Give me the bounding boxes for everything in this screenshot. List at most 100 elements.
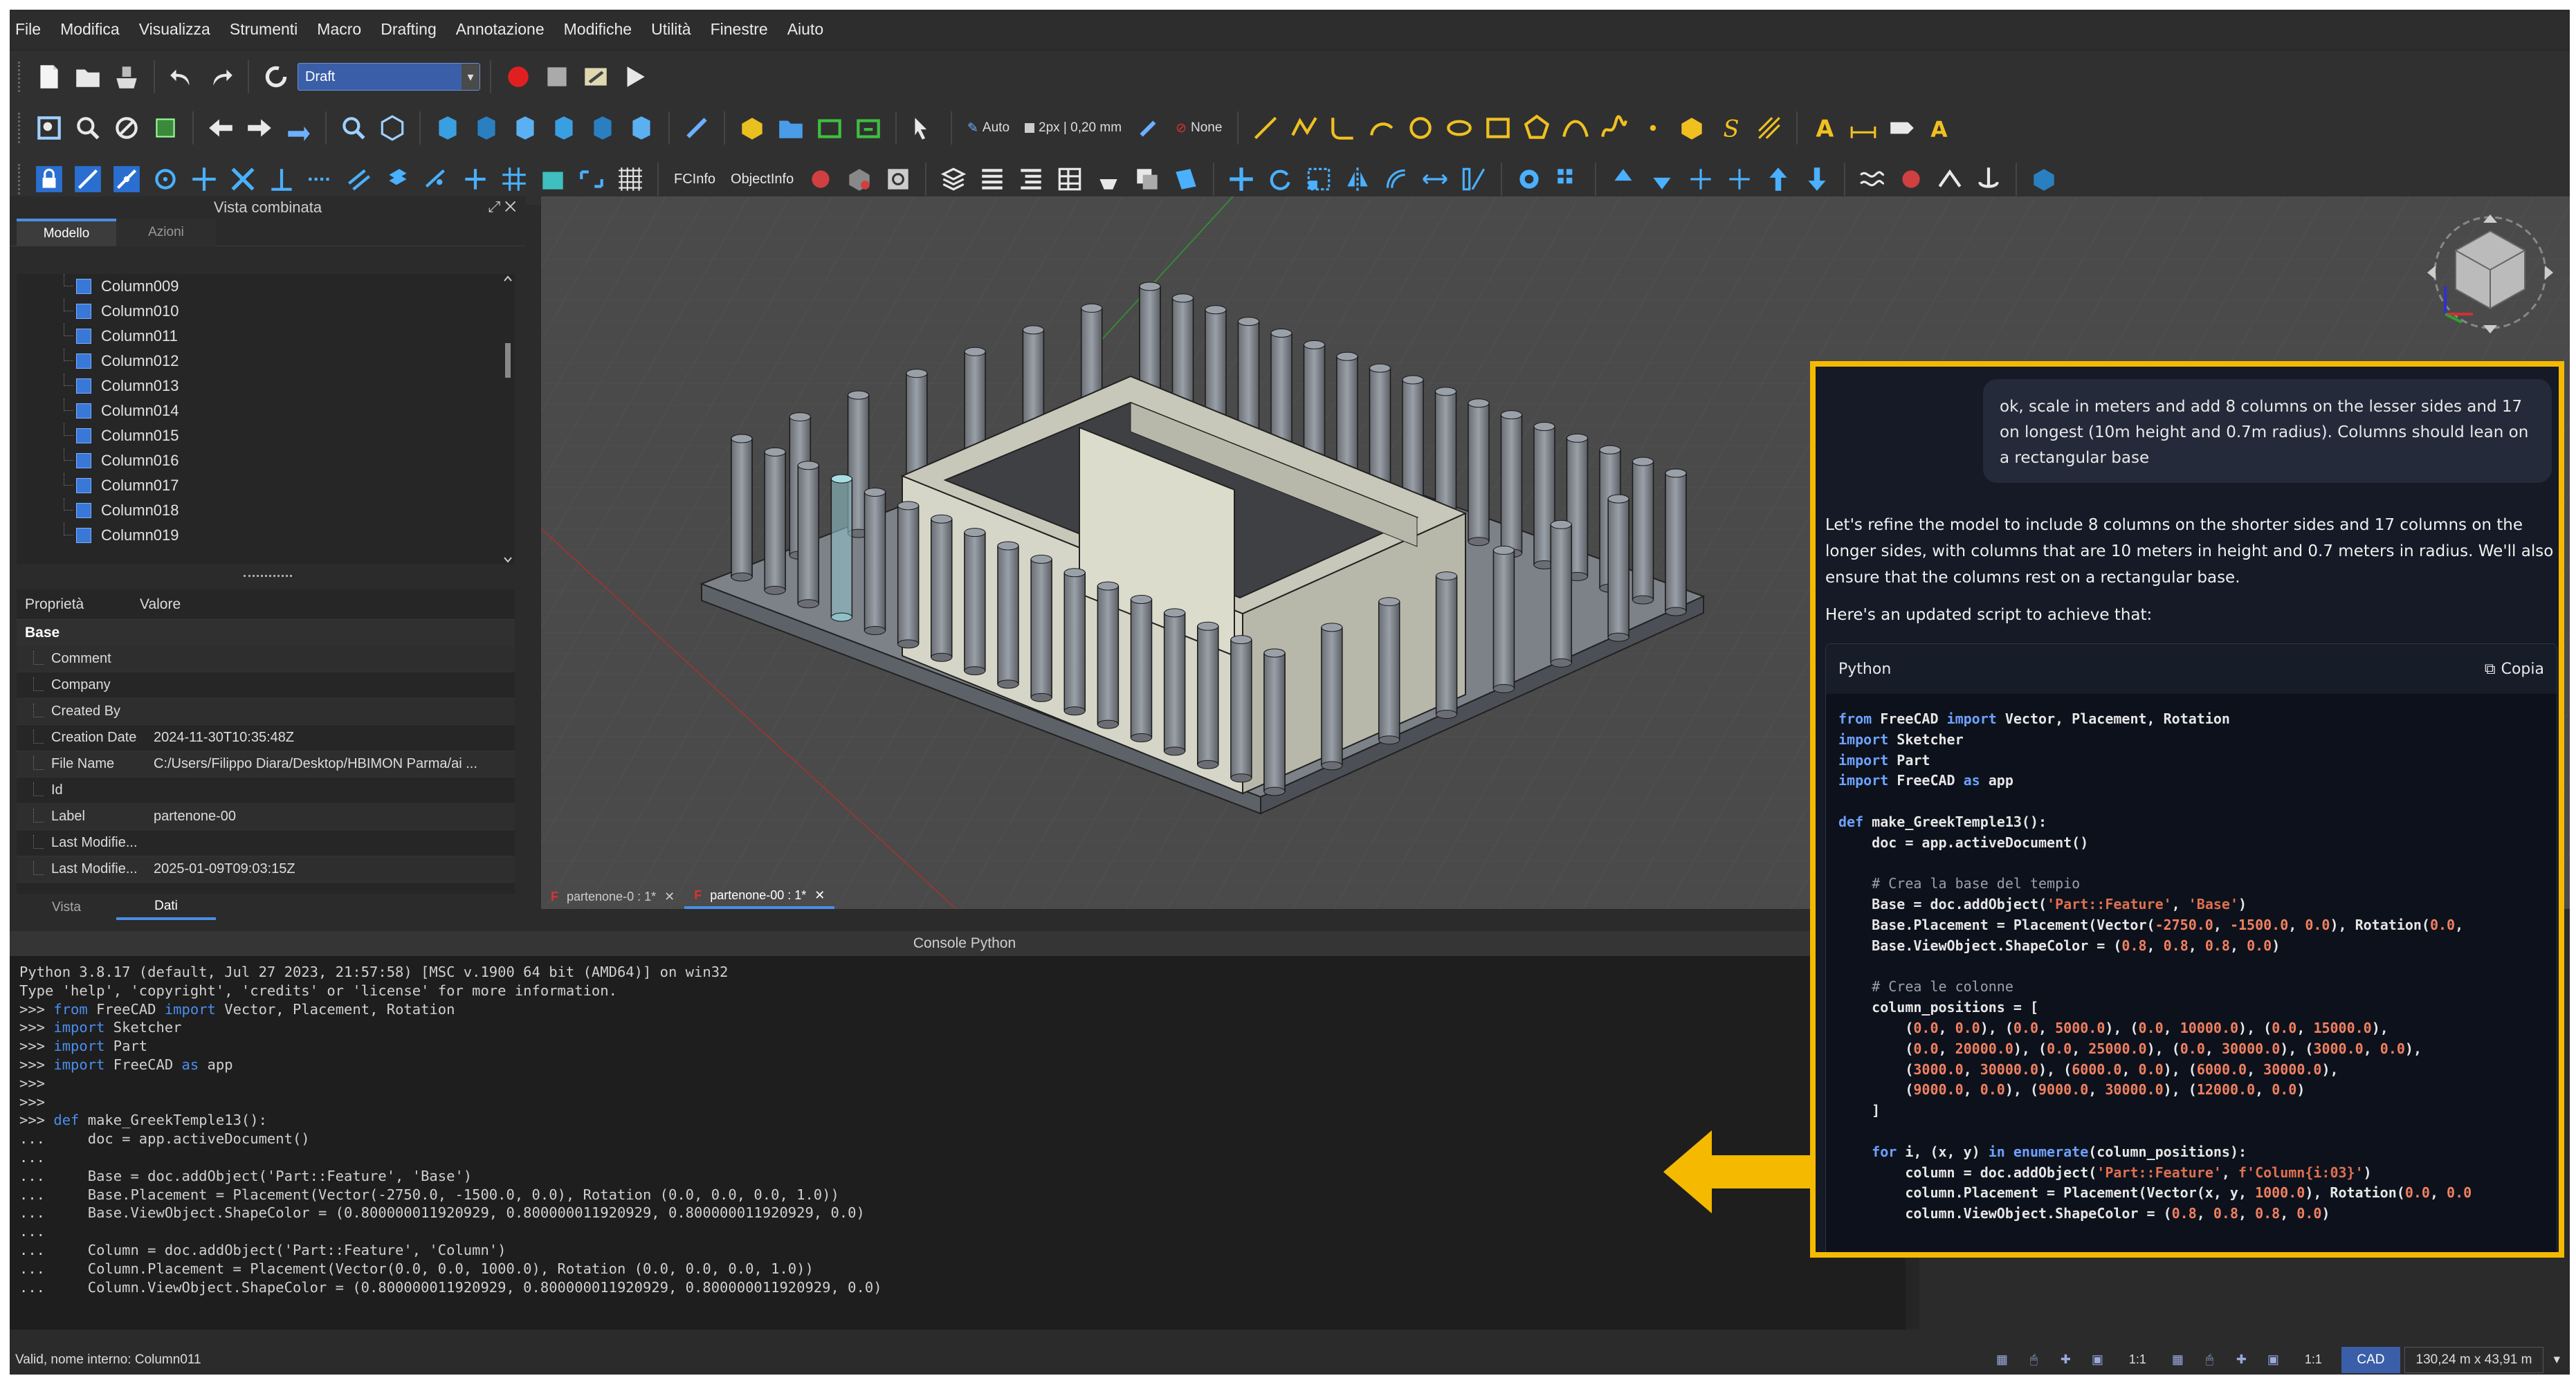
nav-style-icon[interactable]: 🖱: [2193, 1347, 2225, 1373]
workingplane-proxy-icon[interactable]: [2027, 162, 2061, 196]
property-row[interactable]: Last Modifie... 2025-01-09T09:03:15Z: [17, 856, 515, 883]
draft-bspline-icon[interactable]: [1558, 111, 1593, 145]
trimex-icon[interactable]: [1456, 162, 1491, 196]
menu-utilita[interactable]: Utilità: [651, 20, 691, 39]
tree-item[interactable]: Column010: [17, 299, 515, 324]
nav-style-icon[interactable]: 🖱: [2018, 1347, 2049, 1373]
snap-midpoint-icon[interactable]: [109, 162, 144, 196]
column-shape[interactable]: [1230, 635, 1252, 783]
close-icon[interactable]: ⤢ ✕: [488, 198, 516, 216]
column-shape[interactable]: [764, 447, 786, 595]
property-row[interactable]: Id: [17, 778, 515, 804]
bounding-box-icon[interactable]: [148, 111, 183, 145]
open-folder-icon[interactable]: [71, 59, 105, 94]
property-row[interactable]: File Name C:/Users/Filippo Diara/Desktop/…: [17, 751, 515, 778]
tree-item[interactable]: Column011: [17, 324, 515, 349]
draft-wire-icon[interactable]: [1287, 111, 1322, 145]
tab-vista[interactable]: Vista: [17, 895, 116, 920]
property-row[interactable]: Creation Date 2024-11-30T10:35:48Z: [17, 725, 515, 751]
fit-selection-icon[interactable]: [71, 111, 105, 145]
property-row[interactable]: Created By: [17, 699, 515, 725]
menu-annotazione[interactable]: Annotazione: [456, 20, 545, 39]
property-row[interactable]: Comment: [17, 646, 515, 672]
draft-fillet-icon[interactable]: [1326, 111, 1360, 145]
grid-icon[interactable]: ▦: [2162, 1347, 2193, 1373]
column-shape[interactable]: [1492, 545, 1515, 693]
panel-splitter[interactable]: [10, 570, 526, 581]
save-icon[interactable]: [109, 59, 144, 94]
tree-item[interactable]: Column017: [17, 473, 515, 498]
column-shape[interactable]: [1435, 571, 1458, 719]
macro-tool-icon[interactable]: [803, 162, 838, 196]
macro-record-icon[interactable]: [501, 59, 536, 94]
tree-scrollbar[interactable]: [502, 274, 513, 564]
column-shape[interactable]: [1665, 468, 1687, 616]
part-icon[interactable]: [735, 111, 769, 145]
color-none-control[interactable]: ⊘ None: [1170, 114, 1227, 142]
ortho-array-icon[interactable]: [1551, 162, 1585, 196]
column-shape[interactable]: [964, 528, 986, 676]
view-front-icon[interactable]: [430, 111, 465, 145]
macro-run-icon[interactable]: [617, 59, 652, 94]
ratio-label[interactable]: 1:1: [2113, 1347, 2162, 1373]
line-width-control[interactable]: 2px | 0,20 mm: [1019, 114, 1127, 142]
hand-tool-icon[interactable]: [1091, 162, 1126, 196]
navigation-cube[interactable]: [2418, 203, 2563, 342]
tab-dati[interactable]: Dati: [116, 895, 216, 920]
python-console[interactable]: Python 3.8.17 (default, Jul 27 2023, 21:…: [10, 956, 1919, 1330]
menu-strumenti[interactable]: Strumenti: [230, 20, 298, 39]
draw-style-icon[interactable]: [109, 111, 144, 145]
menu-drafting[interactable]: Drafting: [381, 20, 437, 39]
inspect-icon[interactable]: [881, 162, 915, 196]
snap-perpendicular-icon[interactable]: [264, 162, 299, 196]
column-shape[interactable]: [1632, 457, 1654, 605]
anchor-icon[interactable]: [1971, 162, 2006, 196]
wave-icon[interactable]: [1855, 162, 1890, 196]
column-shape[interactable]: [1030, 554, 1052, 702]
column-shape[interactable]: [797, 461, 819, 609]
close-icon[interactable]: ✕: [814, 888, 825, 903]
link-icon[interactable]: [812, 111, 847, 145]
draft-shapestring-icon[interactable]: S: [1713, 111, 1748, 145]
mirror-icon[interactable]: [1340, 162, 1375, 196]
lock-icon[interactable]: [32, 162, 66, 196]
tree-item[interactable]: Column009: [17, 274, 515, 299]
draft-rectangle-icon[interactable]: [1481, 111, 1515, 145]
table-icon[interactable]: [1052, 162, 1087, 196]
snap-toggle-icon[interactable]: ✚: [2225, 1347, 2257, 1373]
workbench-selector[interactable]: Draft ▾: [298, 63, 480, 91]
draft-polygon-icon[interactable]: [1519, 111, 1554, 145]
column-shape[interactable]: [897, 501, 920, 649]
tree-item[interactable]: Column019: [17, 523, 515, 548]
move-icon[interactable]: [1224, 162, 1259, 196]
draft-arc-icon[interactable]: [1364, 111, 1399, 145]
view-right-icon[interactable]: [508, 111, 542, 145]
snap-toggle-icon[interactable]: ✚: [2049, 1347, 2081, 1373]
pen-style-icon[interactable]: [1131, 111, 1166, 145]
snap-intersection-icon[interactable]: [226, 162, 260, 196]
draft-label-icon[interactable]: [1885, 111, 1919, 145]
group-folder-icon[interactable]: [774, 111, 808, 145]
redo-icon[interactable]: [203, 59, 238, 94]
clone-icon[interactable]: [1130, 162, 1164, 196]
snap-dimensions-icon[interactable]: [574, 162, 609, 196]
menu-macro[interactable]: Macro: [317, 20, 361, 39]
snap-extension-icon[interactable]: [303, 162, 338, 196]
column-shape[interactable]: [1550, 520, 1573, 668]
menu-finestre[interactable]: Finestre: [711, 20, 768, 39]
fcinfo-button[interactable]: FCInfo: [668, 172, 721, 187]
column-shape[interactable]: [1197, 621, 1219, 769]
column-shape[interactable]: [931, 514, 953, 662]
tree-item[interactable]: Column016: [17, 448, 515, 473]
list-view-icon[interactable]: [975, 162, 1010, 196]
undo-icon[interactable]: [165, 59, 199, 94]
menu-visualizza[interactable]: Visualizza: [139, 20, 210, 39]
shape-2d-view-icon[interactable]: [1169, 162, 1203, 196]
property-row[interactable]: Last Modifie...: [17, 830, 515, 856]
navigation-style-button[interactable]: CAD: [2341, 1346, 2400, 1373]
snap-near-icon[interactable]: [419, 162, 454, 196]
view-rear-icon[interactable]: [547, 111, 581, 145]
tab-azioni[interactable]: Azioni: [116, 219, 216, 246]
draft-bezier-icon[interactable]: [1597, 111, 1632, 145]
wire-to-bspline-icon[interactable]: [1933, 162, 1967, 196]
